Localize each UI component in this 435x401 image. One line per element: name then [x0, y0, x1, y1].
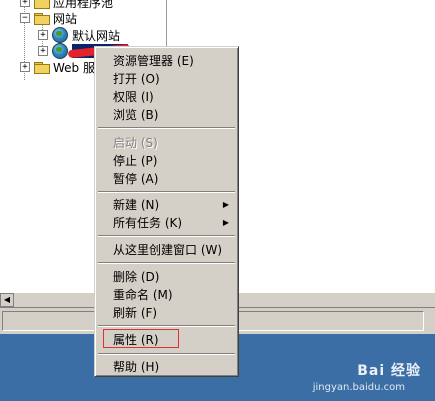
- menu-item-all-tasks[interactable]: 所有任务 (K) ▶: [98, 214, 235, 232]
- menu-item-permissions[interactable]: 权限 (I): [98, 88, 235, 106]
- submenu-arrow-icon: ▶: [222, 200, 229, 209]
- menu-item-browse[interactable]: 浏览 (B): [98, 106, 235, 124]
- menu-item-new-window[interactable]: 从这里创建窗口 (W): [98, 241, 235, 259]
- menu-item-explore[interactable]: 资源管理器 (E): [98, 52, 235, 70]
- watermark-logo: Bai 经验: [357, 363, 421, 379]
- tree-item-label: 默认网站: [72, 28, 121, 43]
- watermark-url: jingyan.baidu.com: [312, 382, 405, 393]
- collapse-icon[interactable]: −: [20, 13, 30, 23]
- globe-icon: [52, 27, 68, 43]
- menu-separator: [98, 353, 235, 355]
- menu-separator: [98, 235, 235, 237]
- tree-item-default-site[interactable]: + 默认网站: [38, 27, 120, 43]
- expand-icon[interactable]: +: [20, 0, 30, 7]
- menu-separator: [98, 191, 235, 193]
- globe-icon: [52, 43, 68, 59]
- menu-item-new[interactable]: 新建 (N) ▶: [98, 196, 235, 214]
- menu-item-pause[interactable]: 暂停 (A): [98, 170, 235, 188]
- menu-item-refresh[interactable]: 刷新 (F): [98, 304, 235, 322]
- menu-separator: [98, 325, 235, 327]
- menu-item-delete[interactable]: 删除 (D): [98, 268, 235, 286]
- menu-separator: [98, 262, 235, 264]
- menu-item-help[interactable]: 帮助 (H): [98, 358, 235, 376]
- menu-item-label: 新建 (N): [113, 198, 160, 212]
- properties-highlight-box: [103, 329, 179, 348]
- menu-item-stop[interactable]: 停止 (P): [98, 152, 235, 170]
- menu-separator: [98, 127, 235, 129]
- tree-item-websites[interactable]: − 网站: [20, 10, 77, 26]
- expand-icon[interactable]: +: [20, 62, 30, 72]
- menu-item-open[interactable]: 打开 (O): [98, 70, 235, 88]
- expand-icon[interactable]: +: [38, 30, 48, 40]
- tree-item-app-pools[interactable]: + 应用程序池: [20, 0, 113, 10]
- folder-icon: [34, 61, 50, 74]
- tree-item-label: 网站: [53, 11, 78, 26]
- context-menu: 资源管理器 (E) 打开 (O) 权限 (I) 浏览 (B) 启动 (S) 停止…: [94, 46, 239, 377]
- menu-item-start: 启动 (S): [113, 136, 158, 150]
- menu-item-rename[interactable]: 重命名 (M): [98, 286, 235, 304]
- menu-item-label: 所有任务 (K): [113, 216, 183, 230]
- expand-icon[interactable]: +: [38, 46, 48, 56]
- folder-icon: [34, 0, 50, 9]
- scroll-left-icon[interactable]: ◀: [0, 293, 14, 307]
- folder-icon: [34, 12, 50, 25]
- submenu-arrow-icon: ▶: [222, 218, 229, 227]
